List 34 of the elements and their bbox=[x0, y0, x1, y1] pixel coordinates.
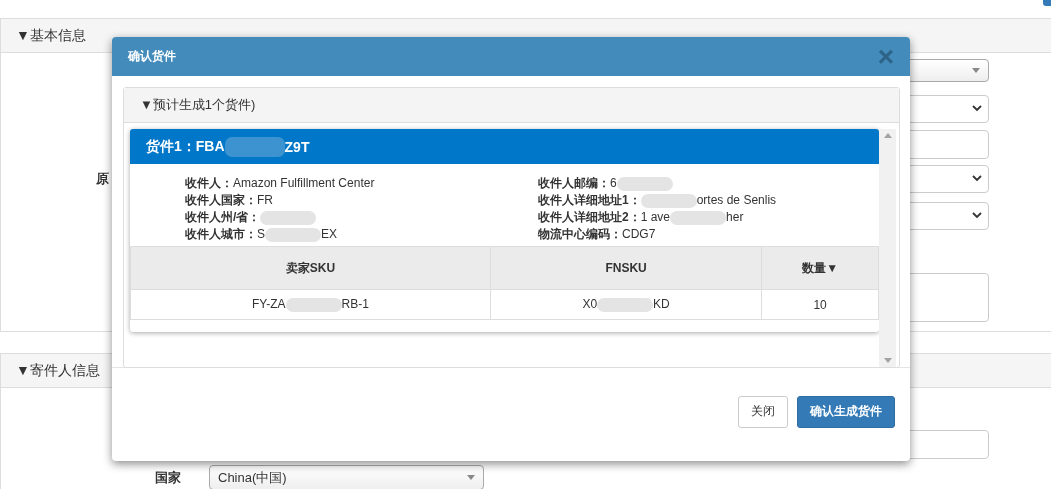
table-cell: FY-ZA RB-1 bbox=[130, 289, 491, 320]
chevron-icon bbox=[972, 174, 982, 182]
redaction-blur bbox=[640, 193, 697, 208]
column-header[interactable]: 卖家SKU bbox=[130, 246, 491, 290]
redaction-blur bbox=[265, 227, 321, 242]
info-line: 收件人详细地址2：1 ave her bbox=[538, 209, 745, 226]
table-cell: X0 KD bbox=[490, 289, 762, 320]
chevron-icon bbox=[972, 211, 982, 219]
redaction-blur bbox=[285, 297, 342, 312]
button-edge[interactable] bbox=[1043, 0, 1051, 6]
column-header[interactable]: FNSKU bbox=[490, 246, 762, 290]
shipment-title: 货件1：FBA Z9T bbox=[130, 129, 879, 164]
redaction-blur bbox=[670, 210, 727, 225]
redaction-blur bbox=[260, 210, 317, 225]
scrollbar[interactable] bbox=[879, 129, 896, 367]
close-dialog-button[interactable]: 关闭 bbox=[738, 395, 788, 428]
chevron-icon bbox=[972, 104, 982, 112]
confirm-button[interactable]: 确认生成货件 bbox=[797, 395, 895, 428]
info-line: 收件人城市：S EX bbox=[185, 226, 339, 243]
group-heading[interactable]: ▼预计生成1个货件) bbox=[124, 88, 899, 123]
table-cell: 10 bbox=[761, 289, 879, 320]
redaction-blur bbox=[597, 297, 654, 312]
info-line: 收件人：Amazon Fulfillment Center bbox=[185, 175, 376, 192]
info-line: 收件人邮编：6 bbox=[538, 175, 879, 192]
info-line: 收件人州/省： bbox=[185, 209, 538, 226]
dropdown-field[interactable]: China(中国) bbox=[209, 465, 484, 489]
field-label: 原 bbox=[96, 170, 109, 188]
info-line: 物流中心编码：CDG7 bbox=[538, 226, 657, 243]
field-label: 国家 bbox=[155, 468, 181, 487]
redaction-blur bbox=[616, 176, 673, 191]
info-line: 收件人详细地址1： ortes de Senlis bbox=[538, 192, 778, 209]
info-line: 收件人国家：FR bbox=[185, 192, 274, 209]
column-header[interactable]: 数量▼ bbox=[761, 246, 879, 290]
redaction-blur bbox=[224, 136, 285, 157]
